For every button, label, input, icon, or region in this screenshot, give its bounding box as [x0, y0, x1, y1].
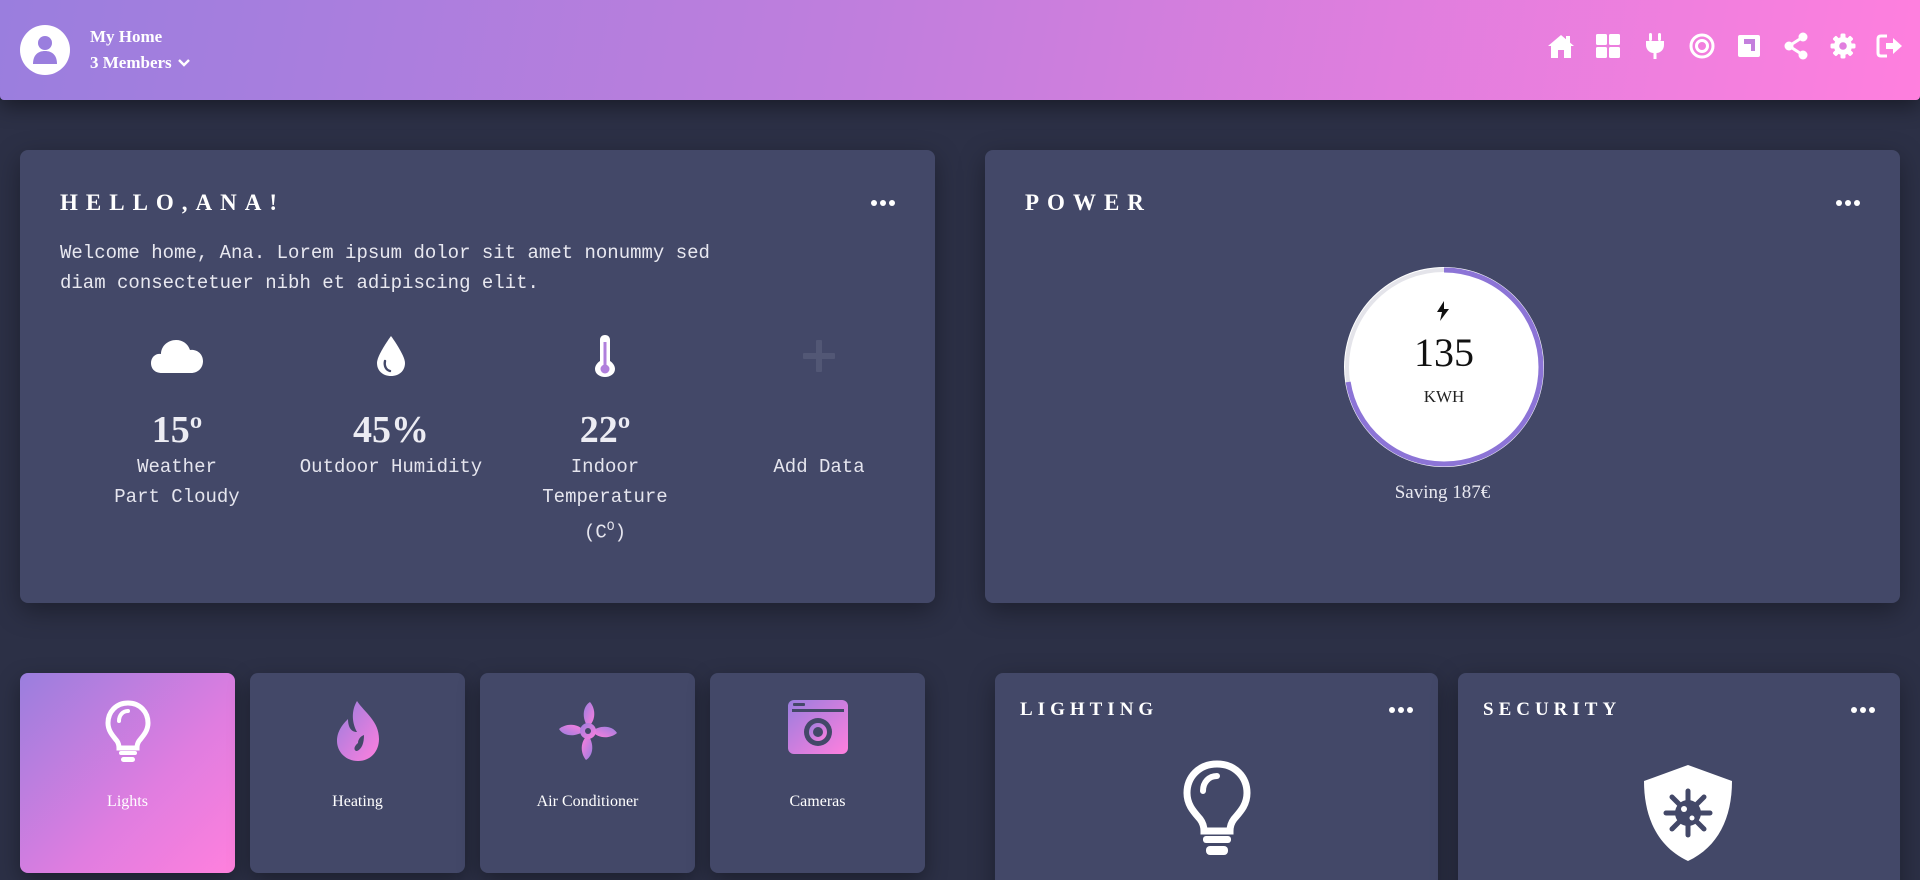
humidity-label: Outdoor Humidity: [299, 456, 483, 478]
logout-icon[interactable]: [1876, 32, 1904, 60]
home-name: My Home: [90, 27, 163, 46]
weather-value: 15º: [151, 409, 203, 451]
chevron-down-icon: [177, 59, 190, 67]
user-icon: [33, 36, 57, 64]
stat-temperature: 22º Indoor Temperature (CO): [498, 330, 712, 547]
temperature-unit: (CO): [583, 519, 627, 544]
power-card: POWER 135 KWH Saving 187€: [985, 150, 1900, 603]
thermometer-icon: [595, 335, 615, 377]
avatar[interactable]: [20, 25, 70, 75]
humidity-value: 45%: [353, 409, 429, 451]
header-nav: [1547, 32, 1904, 60]
power-saving: Saving 187€: [1394, 482, 1491, 503]
plug-icon[interactable]: [1641, 32, 1669, 60]
plus-icon[interactable]: [801, 338, 837, 374]
top-header: My Home 3 Members: [0, 0, 1920, 100]
security-card: SECURITY: [1458, 673, 1900, 880]
power-unit: KWH: [1423, 387, 1465, 406]
security-more-menu[interactable]: [1851, 707, 1875, 713]
flame-icon: [336, 701, 379, 761]
stat-humidity: 45% Outdoor Humidity: [284, 330, 498, 482]
temperature-label-1: Indoor: [570, 456, 640, 478]
temperature-value: 22º: [579, 409, 631, 451]
share-icon[interactable]: [1782, 32, 1810, 60]
temperature-label-2: Temperature: [542, 486, 668, 508]
fan-icon: [558, 702, 617, 760]
power-more-menu[interactable]: [1836, 200, 1860, 206]
droplet-icon: [377, 336, 405, 376]
device-label-cameras: Cameras: [789, 793, 846, 810]
power-gauge: 135 KWH: [1344, 267, 1544, 467]
shield-virus-icon: [1644, 765, 1732, 861]
cloud-icon: [151, 340, 203, 373]
power-title: POWER: [1025, 190, 1152, 215]
lighting-card: LIGHTING: [995, 673, 1438, 880]
welcome-message: Welcome home, Ana. Lorem ipsum dolor sit…: [60, 242, 710, 294]
home-icon[interactable]: [1547, 32, 1575, 60]
security-title: SECURITY: [1483, 699, 1622, 720]
bolt-icon: [1437, 301, 1449, 321]
device-tile-cameras[interactable]: Cameras: [710, 673, 925, 873]
lightbulb-icon: [104, 700, 151, 762]
camera-icon: [787, 700, 848, 754]
device-tile-lights[interactable]: Lights: [20, 673, 235, 873]
floorplan-icon[interactable]: [1735, 32, 1763, 60]
power-value: 135: [1414, 330, 1474, 375]
device-tile-air-conditioner[interactable]: Air Conditioner: [480, 673, 695, 873]
weather-condition: Part Cloudy: [114, 486, 240, 508]
weather-label: Weather: [137, 456, 217, 478]
device-tile-heating[interactable]: Heating: [250, 673, 465, 873]
members-label: 3 Members: [90, 53, 172, 72]
members-dropdown[interactable]: 3 Members: [90, 53, 190, 73]
lightbulb-icon: [1183, 760, 1251, 855]
add-data-label[interactable]: Add Data: [712, 452, 926, 482]
device-label-heating: Heating: [332, 793, 383, 810]
dashboard-icon[interactable]: [1594, 32, 1622, 60]
target-icon[interactable]: [1688, 32, 1716, 60]
stat-add-data[interactable]: Add Data: [712, 330, 926, 482]
stat-weather: 15º Weather Part Cloudy: [70, 330, 284, 512]
lighting-title: LIGHTING: [1020, 699, 1159, 720]
device-label-air-conditioner: Air Conditioner: [536, 793, 639, 810]
lighting-more-menu[interactable]: [1389, 707, 1413, 713]
welcome-card: HELLO,ANA! Welcome home, Ana. Lorem ipsu…: [20, 150, 935, 603]
gear-icon[interactable]: [1829, 32, 1857, 60]
welcome-title: HELLO,ANA!: [60, 190, 286, 215]
device-label-lights: Lights: [107, 793, 148, 810]
welcome-more-menu[interactable]: [871, 200, 895, 206]
